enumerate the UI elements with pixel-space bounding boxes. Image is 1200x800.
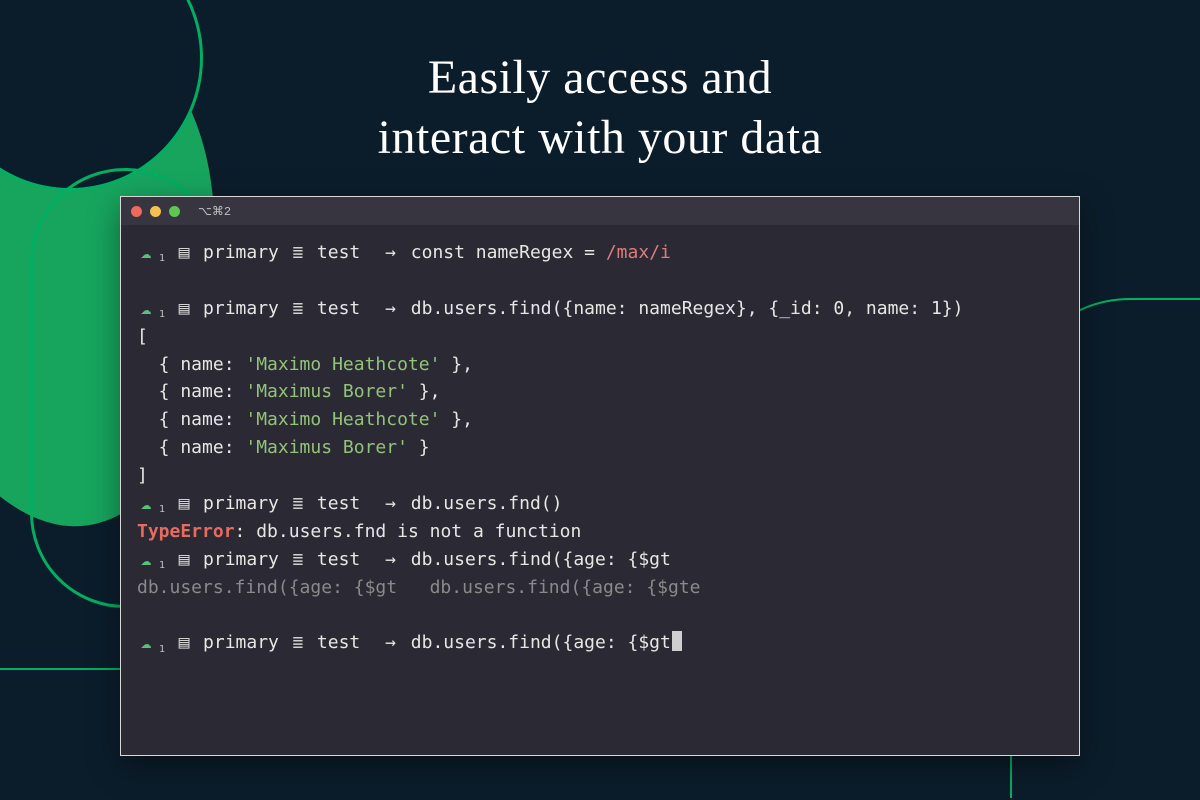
db-icon: ≣ [289, 490, 307, 518]
book-icon: ▤ [175, 629, 193, 657]
headline-line2: interact with your data [378, 111, 823, 164]
shell-prompt: ☁1 ▤ primary ≣ test → [137, 546, 411, 574]
terminal-result: { name: 'Maximo Heathcote' }, [137, 406, 1063, 434]
terminal-prompt-line: ☁1 ▤ primary ≣ test → db.users.find({name: … [137, 295, 1063, 323]
error-message: : db.users.fnd is not a function [235, 521, 582, 542]
regex-literal: /max/i [606, 242, 671, 263]
string-literal: 'Maximo Heathcote' [245, 354, 440, 375]
terminal-blank [137, 602, 1063, 630]
cloud-icon: ☁ [137, 490, 155, 518]
cloud-icon: ☁ [137, 295, 155, 323]
prompt-db: test [317, 546, 360, 574]
traffic-minimize-icon[interactable] [150, 206, 161, 217]
terminal-result: { name: 'Maximus Borer' }, [137, 378, 1063, 406]
cloud-sub: 1 [159, 251, 165, 267]
traffic-fullscreen-icon[interactable] [169, 206, 180, 217]
book-icon: ▤ [175, 546, 193, 574]
terminal-titlebar[interactable]: ⌥⌘2 [121, 197, 1079, 225]
prompt-primary: primary [203, 546, 279, 574]
page-headline: Easily access and interact with your dat… [0, 48, 1200, 168]
shell-prompt: ☁1 ▤ primary ≣ test → [137, 239, 411, 267]
db-icon: ≣ [289, 629, 307, 657]
headline-line1: Easily access and [428, 51, 772, 104]
book-icon: ▤ [175, 239, 193, 267]
cloud-sub: 1 [159, 642, 165, 658]
book-icon: ▤ [175, 295, 193, 323]
cloud-sub: 1 [159, 502, 165, 518]
terminal-blank [137, 267, 1063, 295]
terminal-result: { name: 'Maximo Heathcote' }, [137, 351, 1063, 379]
shell-prompt: ☁1 ▤ primary ≣ test → [137, 295, 411, 323]
terminal-body[interactable]: ☁1▤primary ≣test → const nameRegex = /ma… [121, 225, 1079, 671]
prompt-db: test [317, 295, 360, 323]
terminal-prompt-line: ☁1 ▤ primary ≣ test → db.users.find({age: {… [137, 629, 1063, 657]
db-icon: ≣ [289, 295, 307, 323]
cursor-icon [672, 631, 682, 651]
arrow-icon: → [374, 239, 407, 267]
prompt-db: test [317, 490, 360, 518]
traffic-close-icon[interactable] [131, 206, 142, 217]
terminal-command: const nameRegex = [411, 242, 606, 263]
db-icon: ≣ [289, 239, 307, 267]
cloud-sub: 1 [159, 558, 165, 574]
book-icon: ▤ [175, 490, 193, 518]
string-literal: 'Maximus Borer' [245, 437, 408, 458]
cloud-icon: ☁ [137, 239, 155, 267]
terminal-output: [ [137, 323, 1063, 351]
terminal-window[interactable]: ⌥⌘2 ☁1▤primary ≣test → const nameRegex =… [120, 196, 1080, 756]
terminal-command: db.users.find({age: {$gt [411, 632, 671, 653]
prompt-db: test [317, 629, 360, 657]
arrow-icon: → [374, 546, 407, 574]
terminal-error: TypeError: db.users.fnd is not a functio… [137, 518, 1063, 546]
arrow-icon: → [374, 629, 407, 657]
db-icon: ≣ [289, 546, 307, 574]
terminal-command: db.users.fnd() [411, 493, 563, 514]
terminal-title: ⌥⌘2 [198, 204, 231, 219]
terminal-output: ] [137, 462, 1063, 490]
prompt-primary: primary [203, 239, 279, 267]
arrow-icon: → [374, 490, 407, 518]
string-literal: 'Maximus Borer' [245, 381, 408, 402]
shell-prompt: ☁1 ▤ primary ≣ test → [137, 629, 411, 657]
cloud-sub: 1 [159, 307, 165, 323]
terminal-command: db.users.find({age: {$gt [411, 549, 671, 570]
prompt-primary: primary [203, 629, 279, 657]
prompt-primary: primary [203, 295, 279, 323]
prompt-primary: primary [203, 490, 279, 518]
cloud-icon: ☁ [137, 629, 155, 657]
terminal-suggestions: db.users.find({age: {$gt db.users.find({… [137, 574, 1063, 602]
error-type: TypeError [137, 521, 235, 542]
prompt-db: test [317, 239, 360, 267]
terminal-prompt-line: ☁1 ▤ primary ≣ test → const nameRegex = /ma… [137, 239, 1063, 267]
shell-prompt: ☁1 ▤ primary ≣ test → [137, 490, 411, 518]
arrow-icon: → [374, 295, 407, 323]
terminal-command: db.users.find({name: nameRegex}, {_id: 0… [411, 298, 964, 319]
terminal-prompt-line: ☁1 ▤ primary ≣ test → db.users.find({age: {… [137, 546, 1063, 574]
terminal-result: { name: 'Maximus Borer' } [137, 434, 1063, 462]
bg-line-left [0, 668, 140, 670]
cloud-icon: ☁ [137, 546, 155, 574]
string-literal: 'Maximo Heathcote' [245, 409, 440, 430]
terminal-prompt-line: ☁1 ▤ primary ≣ test → db.users.fnd() [137, 490, 1063, 518]
